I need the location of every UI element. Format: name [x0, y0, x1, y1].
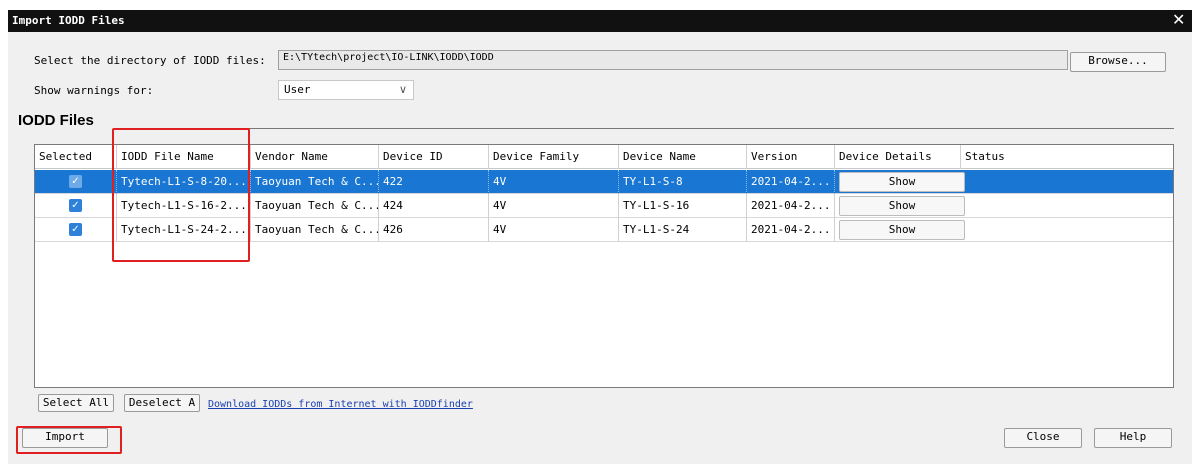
directory-path-field[interactable]: E:\TYtech\project\IO-LINK\IODD\IODD [278, 50, 1068, 70]
warnings-value: User [284, 83, 311, 96]
show-details-button[interactable]: Show [839, 196, 965, 216]
chevron-down-icon: ∨ [398, 83, 407, 96]
section-divider [124, 128, 1174, 129]
deselect-all-button[interactable]: Deselect A [124, 394, 200, 412]
device-name-cell: TY-L1-S-16 [619, 194, 747, 218]
device-family-cell: 4V [489, 194, 619, 218]
vendor-cell: Taoyuan Tech & C... [251, 170, 379, 194]
version-cell: 2021-04-2... [747, 218, 835, 242]
column-header-device-id[interactable]: Device ID [379, 145, 489, 169]
title-bar: Import IODD Files ✕ [0, 0, 1192, 32]
iodd-finder-link[interactable]: Download IODDs from Internet with IODDfi… [208, 399, 473, 410]
selected-cell: ✓ [35, 218, 117, 242]
window-title: Import IODD Files [12, 14, 125, 27]
row-checkbox[interactable]: ✓ [69, 199, 82, 212]
row-checkbox[interactable]: ✓ [69, 223, 82, 236]
device-id-cell: 426 [379, 218, 489, 242]
column-header-selected[interactable]: Selected [35, 145, 117, 169]
device-id-cell: 422 [379, 170, 489, 194]
vendor-cell: Taoyuan Tech & C... [251, 218, 379, 242]
column-header-version[interactable]: Version [747, 145, 835, 169]
section-title: IODD Files [18, 112, 94, 129]
annotation-box-file-name [112, 128, 250, 262]
version-cell: 2021-04-2... [747, 194, 835, 218]
selected-cell: ✓ [35, 170, 117, 194]
device-family-cell: 4V [489, 218, 619, 242]
column-header-device-details[interactable]: Device Details [835, 145, 961, 169]
help-button[interactable]: Help [1094, 428, 1172, 448]
browse-button[interactable]: Browse... [1070, 52, 1166, 72]
title-bar-background [8, 10, 1192, 32]
show-details-button[interactable]: Show [839, 172, 965, 192]
device-name-cell: TY-L1-S-8 [619, 170, 747, 194]
status-cell [961, 194, 1173, 218]
warnings-select[interactable]: User ∨ [278, 80, 414, 100]
select-all-button[interactable]: Select All [38, 394, 114, 412]
warnings-label: Show warnings for: [34, 84, 154, 97]
directory-label: Select the directory of IODD files: [34, 54, 266, 67]
row-checkbox[interactable]: ✓ [69, 175, 82, 188]
close-icon[interactable]: ✕ [1172, 11, 1185, 29]
device-family-cell: 4V [489, 170, 619, 194]
status-cell [961, 218, 1173, 242]
import-dialog: Select the directory of IODD files: E:\T… [8, 32, 1192, 464]
vendor-cell: Taoyuan Tech & C... [251, 194, 379, 218]
show-details-button[interactable]: Show [839, 220, 965, 240]
close-button[interactable]: Close [1004, 428, 1082, 448]
version-cell: 2021-04-2... [747, 170, 835, 194]
status-cell [961, 170, 1173, 194]
column-header-status[interactable]: Status [961, 145, 1173, 169]
device-id-cell: 424 [379, 194, 489, 218]
column-header-device-family[interactable]: Device Family [489, 145, 619, 169]
selected-cell: ✓ [35, 194, 117, 218]
column-header-vendor[interactable]: Vendor Name [251, 145, 379, 169]
annotation-box-import [16, 426, 122, 454]
device-name-cell: TY-L1-S-24 [619, 218, 747, 242]
column-header-device-name[interactable]: Device Name [619, 145, 747, 169]
